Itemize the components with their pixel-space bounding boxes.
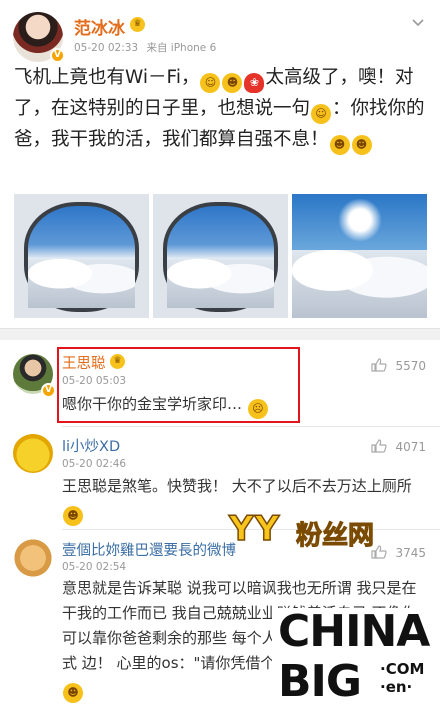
like-button[interactable]: 3745 (371, 545, 426, 560)
comment-time: 05-20 02:54 (62, 561, 127, 573)
post-text: 飞机上竟也有Wi－Fi， ☺ ☻ ❀ 太高级了，噢！对了，在这特别的日子里，也想说一句 ☺… (14, 62, 428, 155)
watermark-china: CHINA (278, 606, 430, 657)
like-count: 5570 (395, 359, 426, 373)
like-button[interactable]: 4071 (371, 439, 426, 454)
comment-text-content: 王思聪是煞笔。快赞我！ 大不了以后不去万达上厕所 (62, 477, 412, 495)
post-source: 来自 iPhone 6 (146, 42, 217, 54)
watermark-fans-site: 粉丝网 (295, 521, 375, 552)
weibo-post: V 范冰冰 ♛ 05-20 02:33 来自 iPhone 6 飞机上竟也有Wi… (0, 0, 440, 328)
shy-face-icon: ☺ (200, 73, 221, 93)
verified-badge-icon: V (41, 383, 56, 398)
photo-airplane-window-1[interactable] (14, 194, 149, 318)
commenter-avatar[interactable] (13, 433, 53, 473)
watermark-com: ·COM (380, 660, 425, 678)
like-button[interactable]: 5570 (371, 358, 426, 373)
like-count: 3745 (395, 546, 426, 560)
verified-badge-icon: V (50, 48, 65, 63)
comment-item: li小炒XD 05-20 02:46 王思聪是煞笔。快赞我！ 大不了以后不去万达… (0, 427, 440, 529)
watermark-big: BIG (278, 656, 362, 707)
commenter-name[interactable]: li小炒XD (62, 435, 120, 456)
photo-grid (14, 194, 428, 318)
thumbs-up-icon (371, 439, 388, 453)
photo-airplane-window-2[interactable] (153, 194, 288, 318)
like-count: 4071 (395, 440, 426, 454)
chevron-down-icon[interactable] (410, 14, 426, 30)
rose-icon: ❀ (244, 73, 265, 93)
cover-mouth-icon-2: ☻ (351, 135, 372, 155)
vip-crown-icon: ♛ (130, 17, 145, 32)
photo-sky-clouds[interactable] (292, 194, 427, 318)
watermark-cn: ·en· (380, 678, 413, 696)
cover-mouth-icon: ☻ (329, 135, 350, 155)
watermark-yy: YY (228, 508, 281, 550)
post-meta: 05-20 02:33 来自 iPhone 6 (74, 40, 221, 55)
poster-name[interactable]: 范冰冰 (74, 14, 125, 39)
comment-time: 05-20 02:46 (62, 458, 127, 470)
thumbs-up-icon (371, 358, 388, 372)
commenter-avatar[interactable] (13, 538, 53, 578)
highlight-frame (57, 347, 300, 423)
post-text-part-1: 飞机上竟也有Wi－Fi， (14, 67, 200, 88)
watermark-domain: ·COM ·en· (380, 660, 424, 696)
smile-face-icon: ☺ (311, 104, 332, 124)
laugh-tears-icon: ☻ (63, 683, 83, 703)
laugh-face-icon: ☻ (222, 73, 243, 93)
section-divider (0, 328, 440, 340)
doge-face-icon: ☻ (63, 506, 83, 526)
post-time: 05-20 02:33 (74, 42, 139, 54)
